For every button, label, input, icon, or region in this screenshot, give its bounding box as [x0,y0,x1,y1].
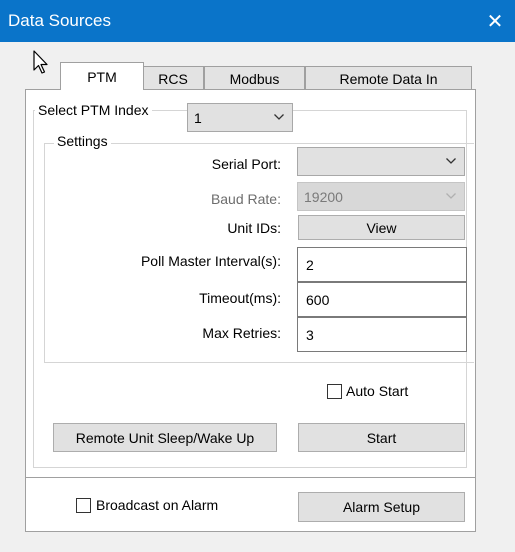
settings-legend: Settings [54,133,111,149]
chevron-down-icon [446,157,456,164]
start-label: Start [366,429,397,446]
max-retries-value: 3 [306,326,314,343]
baud-rate-select[interactable]: 19200 [297,182,465,211]
serial-port-select[interactable] [297,147,465,176]
auto-start-label: Auto Start [346,383,409,399]
tab-label: PTM [87,68,117,85]
tab-ptm[interactable]: PTM [60,62,144,90]
max-retries-label: Max Retries: [202,325,281,341]
tab-label: Modbus [229,70,280,87]
auto-start-checkbox[interactable] [327,384,342,399]
timeout-label: Timeout(ms): [199,290,281,306]
poll-master-interval-label: Poll Master Interval(s): [140,253,281,269]
view-unit-ids-button[interactable]: View [298,215,465,240]
ptm-index-select[interactable]: 1 [187,103,293,132]
remote-unit-sleep-wake-button[interactable]: Remote Unit Sleep/Wake Up [53,423,277,452]
alarm-setup-label: Alarm Setup [342,499,421,515]
baud-rate-label: Baud Rate: [210,191,281,207]
chevron-down-icon [446,192,456,199]
ptm-index-value: 1 [194,109,202,126]
max-retries-input[interactable]: 3 [297,317,467,352]
view-button-label: View [366,219,397,236]
poll-master-interval-value: 2 [306,256,314,273]
mouse-cursor-icon [33,50,48,74]
close-icon[interactable]: ✕ [475,0,515,42]
tab-remote-data-in[interactable]: Remote Data In [305,66,472,90]
alarm-setup-button[interactable]: Alarm Setup [298,492,465,522]
sleep-wake-label: Remote Unit Sleep/Wake Up [75,429,255,446]
tab-label: Remote Data In [339,70,438,87]
timeout-input[interactable]: 600 [297,282,467,317]
chevron-down-icon [274,113,284,120]
start-button[interactable]: Start [298,423,465,452]
timeout-value: 600 [306,291,330,308]
window-titlebar: Data Sources ✕ [0,0,515,42]
baud-rate-value: 19200 [304,188,343,205]
select-index-label: Select PTM Index [35,102,152,118]
unit-ids-label: Unit IDs: [227,220,281,236]
poll-master-interval-input[interactable]: 2 [297,247,467,282]
broadcast-on-alarm-checkbox[interactable] [76,498,91,513]
serial-port-label: Serial Port: [211,156,281,172]
tab-label: RCS [158,70,188,87]
tab-modbus[interactable]: Modbus [204,66,305,90]
window-title: Data Sources [8,11,111,30]
broadcast-on-alarm-label: Broadcast on Alarm [96,497,219,513]
tab-rcs[interactable]: RCS [142,66,204,90]
